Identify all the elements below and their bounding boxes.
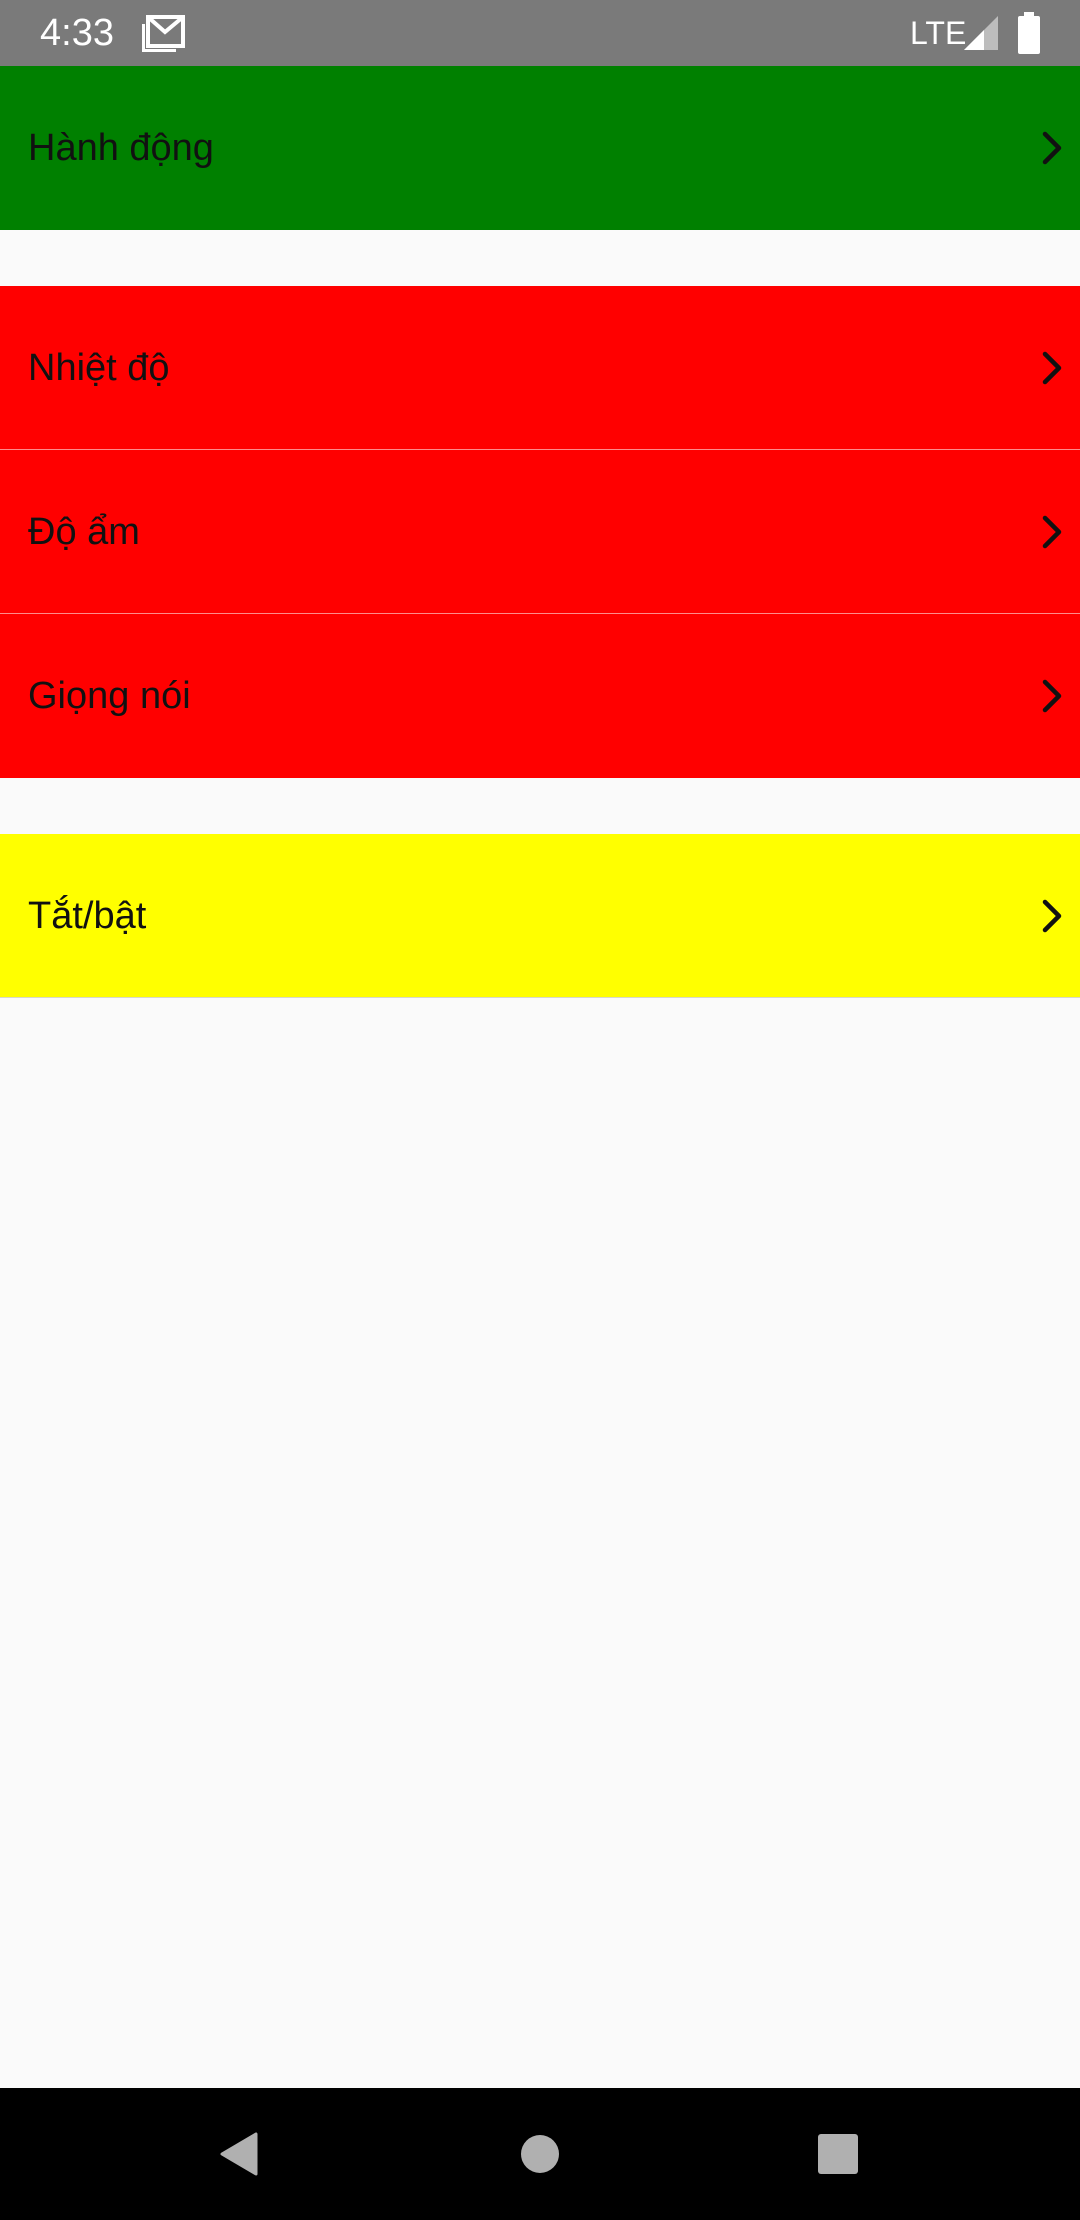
row-giong-noi[interactable]: Giọng nói: [0, 614, 1080, 778]
row-label: Hành động: [28, 127, 214, 169]
row-hanh-dong[interactable]: Hành động: [0, 66, 1080, 230]
chevron-right-icon: [1040, 676, 1064, 716]
chevron-right-icon: [1040, 348, 1064, 388]
row-label: Độ ẩm: [28, 511, 140, 553]
row-tat-bat[interactable]: Tắt/bật: [0, 834, 1080, 998]
chevron-right-icon: [1040, 512, 1064, 552]
row-label: Giọng nói: [28, 675, 191, 717]
home-icon: [521, 2135, 559, 2173]
row-label: Tắt/bật: [28, 895, 147, 937]
row-do-am[interactable]: Độ ẩm: [0, 450, 1080, 614]
status-bar: 4:33 LTE: [0, 0, 1080, 66]
status-time: 4:33: [40, 12, 114, 54]
network-type-label: LTE: [910, 15, 967, 51]
row-label: Nhiệt độ: [28, 347, 170, 389]
chevron-right-icon: [1040, 128, 1064, 168]
mail-icon: [141, 14, 186, 53]
menu-list: Hành động Nhiệt độ Độ ẩm Giọng nói Tắt/b…: [0, 66, 1080, 998]
recents-button[interactable]: [778, 2088, 898, 2220]
home-button[interactable]: [480, 2088, 600, 2220]
recents-icon: [818, 2134, 858, 2174]
navigation-bar: [0, 2088, 1080, 2220]
row-nhiet-do[interactable]: Nhiệt độ: [0, 286, 1080, 450]
back-icon: [220, 2132, 258, 2176]
chevron-right-icon: [1040, 896, 1064, 936]
signal-icon: [962, 14, 1000, 52]
back-button[interactable]: [180, 2088, 300, 2220]
battery-icon: [1016, 12, 1042, 54]
